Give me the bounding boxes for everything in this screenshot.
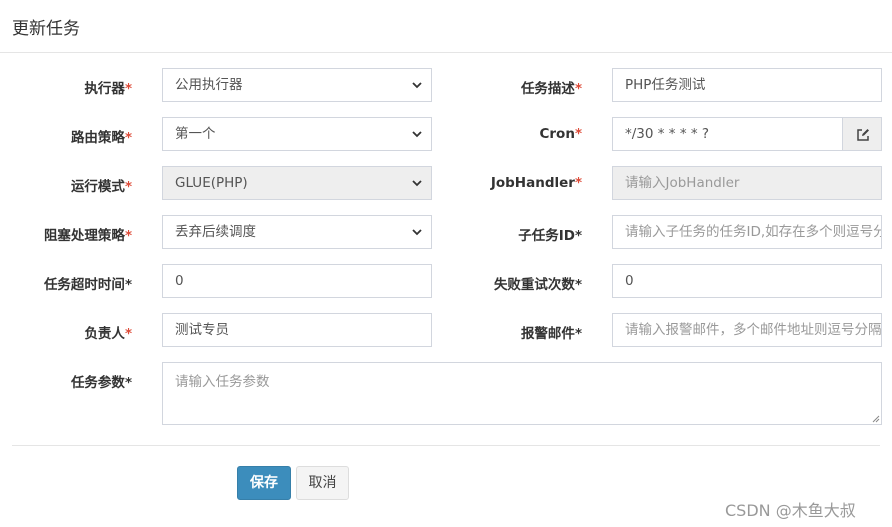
executor-label: 执行器* bbox=[84, 81, 132, 97]
cron-label: Cron* bbox=[539, 126, 582, 142]
cron-input[interactable]: */30 * * * * ? bbox=[612, 117, 843, 151]
executor-select[interactable]: 公用执行器 bbox=[162, 68, 432, 102]
fail-retry-input[interactable]: 0 bbox=[612, 264, 882, 298]
footer-divider bbox=[12, 445, 880, 446]
block-strategy-select[interactable]: 丢弃后续调度 bbox=[162, 215, 432, 249]
job-handler-label: JobHandler* bbox=[490, 175, 582, 191]
page-title: 更新任务 bbox=[12, 19, 80, 39]
author-label: 负责人* bbox=[84, 326, 132, 342]
modal-header: 更新任务 bbox=[0, 0, 892, 53]
author-input[interactable]: 测试专员 bbox=[162, 313, 432, 347]
fail-retry-label: 失败重试次数* bbox=[493, 277, 582, 293]
alarm-email-label: 报警邮件* bbox=[520, 326, 582, 342]
save-button[interactable]: 保存 bbox=[237, 466, 291, 500]
route-strategy-select-value: 第一个 bbox=[175, 126, 216, 142]
executor-param-textarea[interactable] bbox=[162, 362, 882, 425]
job-desc-input[interactable]: PHP任务测试 bbox=[612, 68, 882, 102]
block-strategy-select-value: 丢弃后续调度 bbox=[175, 224, 256, 240]
executor-param-label: 任务参数* bbox=[70, 375, 132, 391]
chevron-down-icon bbox=[411, 177, 423, 189]
route-strategy-select[interactable]: 第一个 bbox=[162, 117, 432, 151]
chevron-down-icon bbox=[411, 79, 423, 91]
watermark: CSDN @木鱼大叔 bbox=[725, 501, 856, 520]
glue-type-select-value: GLUE(PHP) bbox=[175, 175, 248, 191]
glue-type-select: GLUE(PHP) bbox=[162, 166, 432, 200]
route-strategy-label: 路由策略* bbox=[70, 130, 132, 146]
block-strategy-label: 阻塞处理策略* bbox=[43, 228, 132, 244]
timeout-label: 任务超时时间* bbox=[43, 277, 132, 293]
job-handler-input: 请输入JobHandler bbox=[612, 166, 882, 200]
edit-icon bbox=[857, 129, 869, 141]
executor-select-value: 公用执行器 bbox=[175, 77, 243, 93]
job-desc-label: 任务描述* bbox=[520, 81, 582, 97]
child-job-id-label: 子任务ID* bbox=[518, 228, 582, 244]
chevron-down-icon bbox=[411, 226, 423, 238]
glue-type-label: 运行模式* bbox=[70, 179, 132, 195]
chevron-down-icon bbox=[411, 128, 423, 140]
cancel-button[interactable]: 取消 bbox=[296, 466, 349, 500]
child-job-id-input[interactable]: 请输入子任务的任务ID,如存在多个则逗号分隔 bbox=[612, 215, 882, 249]
cron-edit-button[interactable] bbox=[842, 117, 882, 151]
resize-grip-icon[interactable] bbox=[872, 415, 880, 423]
alarm-email-input[interactable]: 请输入报警邮件，多个邮件地址则逗号分隔 bbox=[612, 313, 882, 347]
timeout-input[interactable]: 0 bbox=[162, 264, 432, 298]
